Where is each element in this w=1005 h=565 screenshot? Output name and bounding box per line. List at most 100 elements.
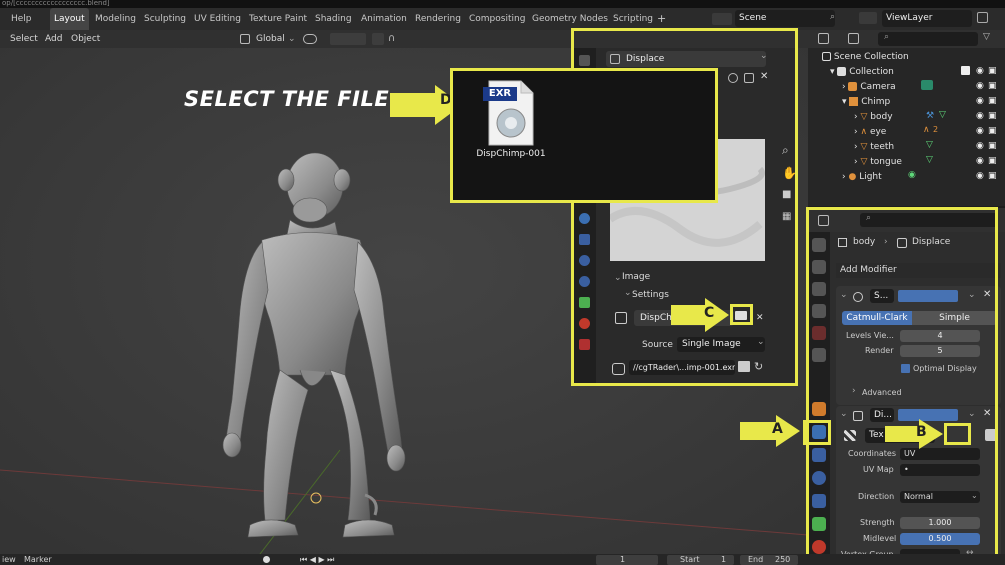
- arrow-a: [740, 415, 800, 447]
- source-dropdown[interactable]: Single Image: [677, 337, 765, 352]
- eye-icon[interactable]: ◉: [976, 96, 984, 106]
- tab-rendering[interactable]: Rendering: [415, 8, 461, 30]
- view-layer-selector[interactable]: ViewLayer: [882, 10, 972, 27]
- particles-icon[interactable]: [579, 234, 590, 245]
- add-menu[interactable]: Add: [45, 30, 62, 48]
- row-label: Chimp: [861, 97, 891, 107]
- outliner-search[interactable]: ⌕: [878, 32, 978, 46]
- eye-icon[interactable]: ◉: [976, 111, 984, 121]
- editor-type-icon[interactable]: [818, 33, 829, 44]
- help-menu[interactable]: Help: [11, 8, 32, 30]
- marker-menu[interactable]: Marker: [24, 554, 52, 565]
- tool-icon[interactable]: [579, 55, 590, 66]
- close-icon[interactable]: ✕: [760, 71, 768, 82]
- eye-icon[interactable]: ◉: [976, 141, 984, 151]
- tab-modeling[interactable]: Modeling: [95, 8, 136, 30]
- pivot-icon[interactable]: [303, 34, 317, 44]
- orientation-dropdown[interactable]: Global: [256, 30, 285, 48]
- pin-icon[interactable]: ⌕: [830, 12, 835, 22]
- tab-layout[interactable]: Layout: [50, 8, 89, 30]
- camera-icon[interactable]: ▣: [988, 126, 997, 136]
- proportional-edit-icon[interactable]: [372, 33, 384, 45]
- view-menu[interactable]: iew: [2, 554, 16, 565]
- arrow-b: [885, 419, 943, 449]
- folder-icon[interactable]: [735, 311, 747, 320]
- light-data-icon[interactable]: ◉: [908, 170, 916, 180]
- row-label: Light: [859, 172, 882, 182]
- wrench-icon[interactable]: ⚒: [812, 425, 824, 440]
- record-icon[interactable]: [263, 556, 270, 563]
- filter-icon[interactable]: ▽: [983, 32, 990, 42]
- modifier-icon[interactable]: ⚒: [926, 111, 934, 121]
- eye-icon[interactable]: ◉: [976, 171, 984, 181]
- data-icon[interactable]: [579, 297, 590, 308]
- zoom-modifier-header[interactable]: Displace: [606, 51, 766, 67]
- snap-toggle[interactable]: [330, 33, 366, 45]
- mesh-data-icon[interactable]: ▽: [926, 155, 933, 165]
- constraints-icon[interactable]: [579, 276, 590, 287]
- eye-icon[interactable]: ◉: [976, 126, 984, 136]
- tab-compositing[interactable]: Compositing: [469, 8, 525, 30]
- physics-icon[interactable]: [579, 255, 590, 266]
- row-label: Camera: [860, 82, 896, 92]
- eye-icon[interactable]: ◉: [976, 156, 984, 166]
- camera-icon[interactable]: ▣: [988, 96, 997, 106]
- playback-controls[interactable]: ⏮ ◀ ▶ ⏭: [300, 554, 334, 565]
- callout-b: B: [916, 424, 927, 440]
- tab-sculpting[interactable]: Sculpting: [144, 8, 186, 30]
- texture-icon[interactable]: [579, 339, 590, 350]
- reload-icon[interactable]: ↻: [754, 360, 763, 373]
- scene-collection-row[interactable]: Scene Collection: [808, 50, 1005, 65]
- file-name[interactable]: DispChimp-001: [471, 149, 551, 159]
- texture-properties-highlight: [944, 423, 971, 445]
- exr-file-item[interactable]: EXR: [483, 79, 535, 147]
- zoom-icon[interactable]: ⌕: [782, 143, 789, 158]
- mesh-data-icon[interactable]: ▽: [926, 140, 933, 150]
- current-frame-field[interactable]: [596, 555, 658, 565]
- filepath-field[interactable]: //cgTRader\...imp-001.exr: [629, 360, 735, 375]
- shield-icon[interactable]: [728, 73, 738, 83]
- tool-icon-wrench[interactable]: [579, 213, 590, 224]
- exclude-checkbox[interactable]: [961, 66, 970, 75]
- camera-icon[interactable]: ▣: [988, 171, 997, 181]
- tab-scripting[interactable]: Scripting: [613, 8, 653, 30]
- callout-c: C: [704, 305, 715, 321]
- copy-icon[interactable]: [744, 73, 754, 83]
- mesh-data-icon[interactable]: ▽: [939, 110, 946, 120]
- camera-icon[interactable]: ▣: [988, 156, 997, 166]
- material-icon[interactable]: [579, 318, 590, 329]
- tab-geometry-nodes[interactable]: Geometry Nodes: [532, 8, 608, 30]
- object-menu[interactable]: Object: [71, 30, 100, 48]
- unlink-icon[interactable]: ✕: [756, 313, 764, 323]
- new-view-layer-icon[interactable]: [977, 12, 988, 23]
- display-mode-icon[interactable]: [848, 33, 859, 44]
- camera-data-icon[interactable]: [921, 80, 933, 90]
- select-menu[interactable]: Select: [10, 30, 38, 48]
- camera-icon[interactable]: ▣: [988, 81, 997, 91]
- modifier-icon[interactable]: ∧: [923, 125, 930, 135]
- tab-shading[interactable]: Shading: [315, 8, 352, 30]
- eye-icon[interactable]: ◉: [976, 66, 984, 76]
- end-value: 250: [775, 555, 791, 564]
- camera-icon[interactable]: ▣: [988, 66, 997, 76]
- image-browse-icon[interactable]: [615, 312, 627, 324]
- view-layer-icon[interactable]: [859, 12, 877, 24]
- add-workspace-button[interactable]: +: [657, 8, 666, 30]
- eye-icon[interactable]: ◉: [976, 81, 984, 91]
- scene-icon[interactable]: [712, 13, 732, 25]
- end-label: End: [748, 555, 764, 564]
- settings-section-header[interactable]: Settings: [632, 290, 669, 300]
- tab-texture-paint[interactable]: Texture Paint: [249, 8, 307, 30]
- tab-uv-editing[interactable]: UV Editing: [194, 8, 241, 30]
- hand-icon[interactable]: ✋: [782, 166, 797, 180]
- chevron-down-icon: ⌄: [288, 34, 296, 44]
- falloff-icon[interactable]: ∩: [388, 33, 406, 45]
- grid-icon[interactable]: ▦: [782, 211, 791, 222]
- scene-selector[interactable]: Scene: [735, 10, 835, 27]
- camera-icon[interactable]: ■: [782, 189, 791, 200]
- image-section-header[interactable]: Image: [622, 272, 650, 282]
- camera-icon[interactable]: ▣: [988, 141, 997, 151]
- folder-icon[interactable]: [738, 361, 750, 372]
- camera-icon[interactable]: ▣: [988, 111, 997, 121]
- tab-animation[interactable]: Animation: [361, 8, 407, 30]
